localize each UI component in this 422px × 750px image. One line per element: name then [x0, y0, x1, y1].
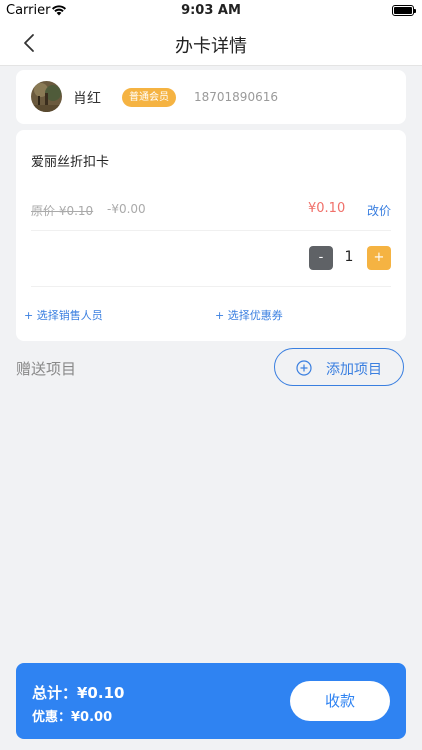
clock-time: 9:03 AM: [181, 3, 241, 18]
select-sales-staff-link[interactable]: + 选择销售人员: [24, 307, 103, 323]
card-name: 爱丽丝折扣卡: [31, 155, 110, 170]
member-name: 肖红: [73, 91, 101, 107]
final-price: ¥0.10: [308, 201, 346, 216]
add-item-button[interactable]: 添加项目: [274, 348, 404, 386]
add-item-label: 添加项目: [326, 362, 382, 378]
gift-items-title: 赠送项目: [16, 360, 77, 378]
status-bar: Carrier 9:03 AM: [0, 0, 422, 22]
member-card: 肖红 普通会员 18701890616: [16, 70, 406, 124]
page-title: 办卡详情: [175, 36, 247, 57]
decrease-quantity-button[interactable]: -: [309, 246, 333, 270]
card-detail-panel: 爱丽丝折扣卡 原价 ¥0.10 -¥0.00 ¥0.10 改价 - 1 + + …: [16, 130, 406, 341]
battery-icon: [392, 5, 416, 16]
quantity-stepper: - 1 +: [31, 231, 391, 287]
plus-circle-icon: [296, 360, 312, 380]
edit-price-link[interactable]: 改价: [367, 202, 391, 219]
original-price: 原价 ¥0.10: [31, 204, 94, 218]
discount-amount: -¥0.00: [107, 202, 146, 216]
collect-payment-button[interactable]: 收款: [290, 681, 390, 721]
member-phone: 18701890616: [194, 90, 278, 104]
checkout-bar: 总计：¥0.10 优惠：¥0.00 收款: [16, 663, 406, 739]
total-amount: 总计：¥0.10: [32, 684, 125, 702]
navigation-bar: 办卡详情: [0, 22, 422, 66]
increase-quantity-button[interactable]: +: [367, 246, 391, 270]
avatar: [31, 81, 62, 112]
discount-total: 优惠：¥0.00: [32, 710, 113, 725]
price-row: 原价 ¥0.10 -¥0.00 ¥0.10 改价: [31, 190, 391, 231]
member-level-badge: 普通会员: [122, 88, 176, 107]
quantity-value: 1: [344, 249, 354, 265]
select-coupon-link[interactable]: + 选择优惠券: [215, 307, 283, 323]
